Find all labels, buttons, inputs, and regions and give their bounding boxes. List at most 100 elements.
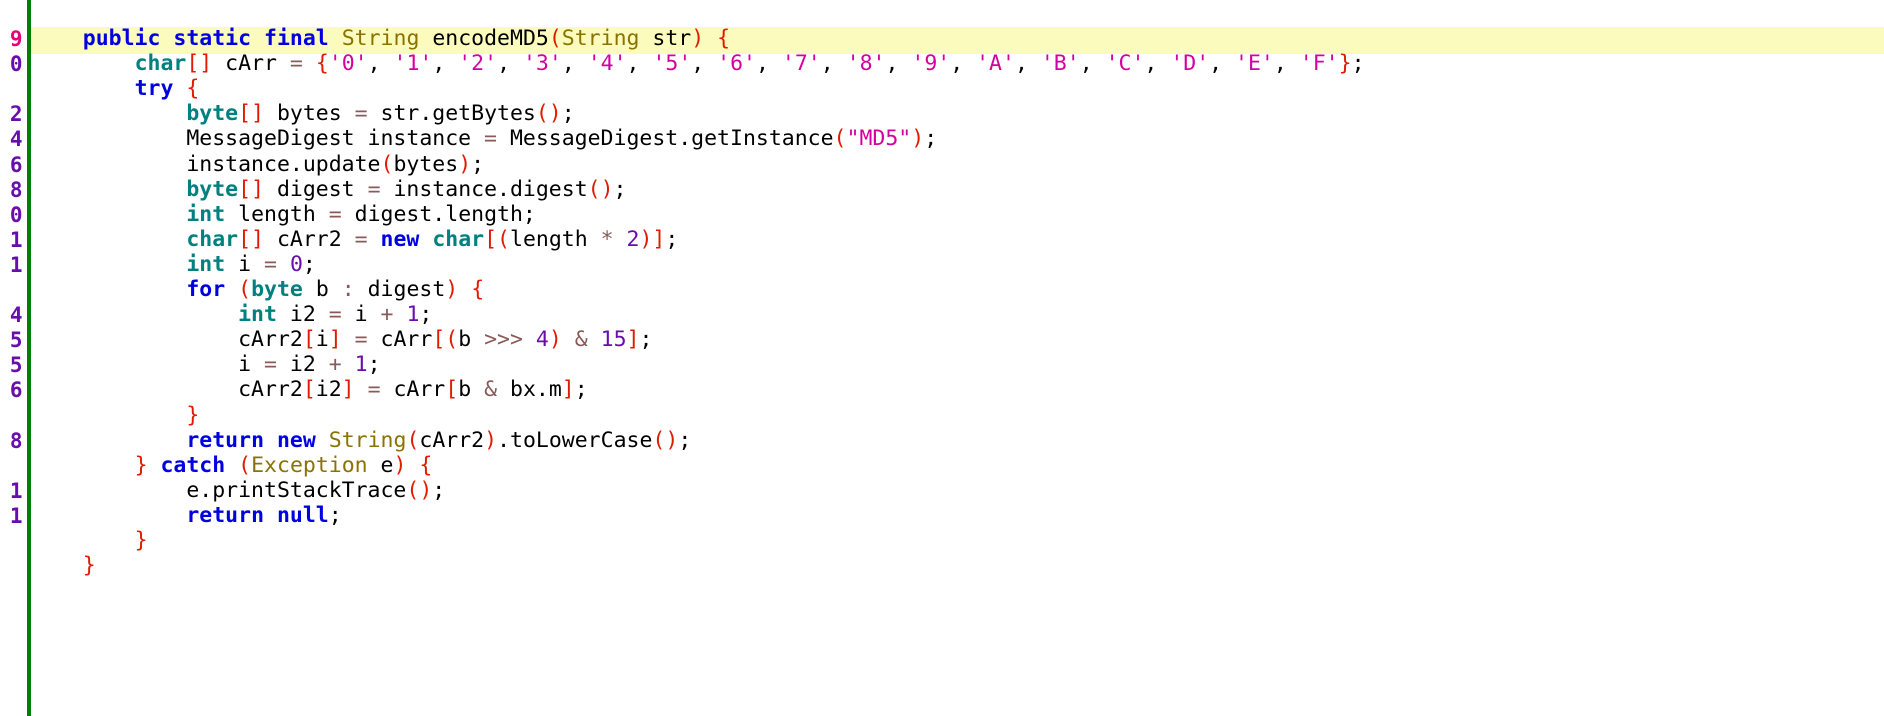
code-token-br: } bbox=[1338, 51, 1352, 77]
code-token-id bbox=[31, 503, 186, 528]
code-token-id: ; bbox=[574, 377, 588, 403]
code-token-id bbox=[588, 327, 601, 352]
code-token-kw: static bbox=[173, 26, 252, 51]
code-text-area[interactable]: public static final String encodeMD5(Str… bbox=[31, 0, 1884, 716]
code-token-br: ] bbox=[341, 377, 355, 403]
code-token-br: ( bbox=[380, 151, 394, 177]
code-token-id: i bbox=[225, 251, 265, 277]
code-token-id: , bbox=[1273, 51, 1300, 77]
code-token-id: bytes bbox=[393, 151, 459, 177]
code-token-id: , bbox=[432, 51, 459, 77]
code-token-id bbox=[342, 327, 355, 352]
code-token-id bbox=[31, 76, 135, 101]
code-token-id bbox=[225, 453, 238, 478]
code-token-br: ) bbox=[458, 151, 472, 177]
code-token-id: ; bbox=[924, 126, 938, 152]
code-token-br: [] bbox=[186, 51, 213, 77]
code-token-id bbox=[406, 453, 419, 478]
code-token-op: & bbox=[574, 327, 588, 353]
code-token-prim: int bbox=[186, 201, 226, 227]
code-token-op: = bbox=[354, 327, 368, 353]
code-token-op: = bbox=[354, 101, 368, 127]
code-token-id bbox=[148, 453, 161, 478]
code-token-op: = bbox=[367, 176, 381, 202]
code-token-id: b bbox=[458, 377, 485, 403]
line-number[interactable]: 0 bbox=[0, 49, 22, 79]
code-token-id bbox=[31, 26, 83, 51]
code-token-br: ) bbox=[911, 126, 925, 152]
code-token-id: e bbox=[367, 452, 394, 478]
code-token-id bbox=[264, 428, 277, 453]
code-token-br: () bbox=[406, 477, 433, 503]
clipped-previous-line-glyph: ' bbox=[271, 0, 284, 6]
code-token-br: { bbox=[717, 26, 731, 51]
code-token-num: 4 bbox=[535, 327, 549, 353]
code-token-id: bytes bbox=[264, 101, 355, 127]
code-fold-bar[interactable] bbox=[27, 0, 31, 716]
code-token-id: b bbox=[302, 277, 342, 302]
code-token-id: ; bbox=[678, 427, 692, 453]
code-token-id bbox=[225, 277, 238, 302]
code-token-br: [ bbox=[302, 377, 316, 403]
code-token-cls: Exception bbox=[251, 452, 368, 478]
code-token-lit: 'A' bbox=[976, 51, 1015, 77]
code-token-num: 2 bbox=[626, 226, 640, 252]
code-token-prim: char bbox=[186, 226, 239, 252]
code-token-id bbox=[704, 26, 717, 51]
code-token-prim: char bbox=[432, 226, 485, 252]
code-token-id: ; bbox=[419, 302, 433, 328]
line-number[interactable]: 6 bbox=[0, 375, 22, 405]
code-token-id: instance.update bbox=[31, 151, 381, 177]
code-token-id bbox=[355, 377, 368, 402]
code-token-br: ) bbox=[393, 452, 407, 478]
code-token-id: ; bbox=[471, 151, 485, 177]
code-token-id bbox=[31, 101, 186, 126]
line-number[interactable]: 1 bbox=[0, 501, 22, 531]
code-token-id: , bbox=[1079, 51, 1106, 77]
code-token-id bbox=[31, 177, 186, 202]
code-token-br: [( bbox=[432, 327, 459, 353]
line-number[interactable]: 1 bbox=[0, 250, 22, 280]
code-token-id: b bbox=[458, 327, 485, 353]
code-token-op: * bbox=[600, 226, 614, 252]
code-token-id: MessageDigest.getInstance bbox=[497, 126, 834, 152]
line-number[interactable]: 8 bbox=[0, 426, 22, 456]
code-token-cls: String bbox=[561, 26, 640, 51]
code-token-br: ) bbox=[691, 26, 705, 51]
code-token-op: = bbox=[367, 377, 381, 403]
code-token-prim: int bbox=[186, 251, 226, 277]
code-token-br: ) bbox=[548, 327, 562, 353]
code-token-br: ( bbox=[548, 26, 562, 51]
code-token-br: ( bbox=[833, 126, 847, 152]
code-editor[interactable]: public static final String encodeMD5(Str… bbox=[0, 0, 1884, 716]
code-token-br: { bbox=[315, 51, 329, 77]
code-line[interactable]: char[] cArr = {'0', '1', '2', '3', '4', … bbox=[31, 49, 1365, 79]
code-token-id: , bbox=[950, 51, 977, 77]
code-token-kw: catch bbox=[160, 452, 226, 478]
code-token-lit: '8' bbox=[846, 51, 886, 77]
code-token-br: } bbox=[186, 402, 200, 428]
code-token-kw: new bbox=[276, 427, 316, 453]
code-token-id: ; bbox=[1351, 51, 1365, 77]
code-token-id: , bbox=[1014, 51, 1041, 77]
code-token-id: cArr bbox=[212, 51, 290, 77]
code-token-lit: '9' bbox=[911, 51, 951, 77]
code-token-br: [] bbox=[238, 101, 265, 127]
code-token-br: [ bbox=[445, 377, 459, 403]
code-token-br: ) bbox=[484, 427, 498, 453]
code-token-op: + bbox=[380, 302, 394, 328]
code-token-id: , bbox=[497, 51, 523, 77]
code-token-id bbox=[31, 453, 135, 478]
code-token-br: } bbox=[134, 528, 148, 553]
code-token-lit: '1' bbox=[393, 51, 433, 77]
code-token-id: , bbox=[1144, 51, 1171, 77]
code-token-kw: null bbox=[276, 502, 329, 528]
code-token-id bbox=[523, 327, 536, 352]
code-token-id: cArr2 bbox=[419, 427, 485, 453]
line-number-gutter[interactable]: 9024680114556811 bbox=[0, 0, 27, 716]
code-token-lit: '5' bbox=[652, 51, 692, 77]
code-token-kw: return bbox=[186, 502, 265, 528]
code-line[interactable]: } bbox=[31, 551, 96, 581]
code-token-op: = bbox=[328, 302, 342, 328]
code-token-id bbox=[31, 227, 186, 252]
